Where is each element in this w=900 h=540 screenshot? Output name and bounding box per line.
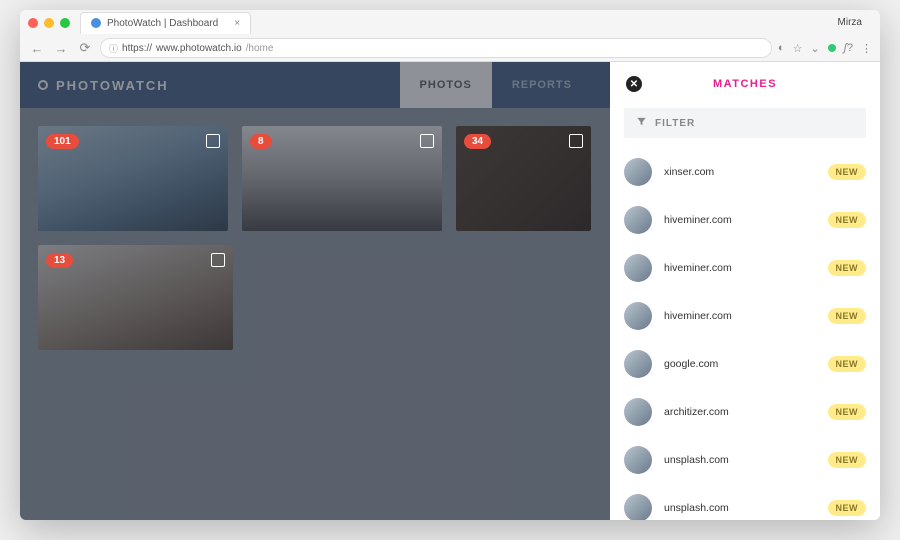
select-checkbox[interactable]	[211, 253, 225, 267]
filter-button[interactable]: FILTER	[624, 108, 866, 138]
match-thumbnail	[624, 446, 652, 474]
favicon-icon	[91, 18, 101, 28]
match-count-badge: 34	[464, 134, 491, 149]
match-row[interactable]: xinser.com NEW	[624, 148, 866, 196]
profile-name[interactable]: Mirza	[838, 17, 872, 28]
select-checkbox[interactable]	[569, 134, 583, 148]
match-domain: xinser.com	[664, 166, 816, 178]
new-badge: NEW	[828, 452, 867, 468]
matches-panel: ✕ MATCHES FILTER xinser.comNEWhiveminer.…	[610, 62, 880, 520]
url-scheme: https://	[122, 43, 152, 54]
reload-button[interactable]: ⟳	[76, 40, 94, 56]
tab-label: REPORTS	[512, 79, 572, 91]
tab-title: PhotoWatch | Dashboard	[107, 18, 218, 29]
logo-text: PHOTOWATCH	[56, 78, 169, 93]
app-header: PHOTOWATCH PHOTOS REPORTS	[20, 62, 610, 108]
new-badge: NEW	[828, 356, 867, 372]
tab-close-button[interactable]: ×	[234, 18, 240, 29]
match-thumbnail	[624, 254, 652, 282]
close-window-button[interactable]	[28, 18, 38, 28]
forward-button[interactable]: →	[52, 41, 70, 56]
photo-grid: 101 8 34 13	[20, 108, 610, 368]
address-bar[interactable]: ⓘ https:// www.photowatch.io/home	[100, 38, 772, 58]
window-controls	[28, 18, 70, 28]
match-row[interactable]: hiveminer.com NEW	[624, 244, 866, 292]
lock-icon: ⓘ	[109, 42, 118, 55]
match-list[interactable]: xinser.comNEWhiveminer.comNEWhiveminer.c…	[610, 148, 880, 520]
back-button[interactable]: ←	[28, 41, 46, 56]
match-row[interactable]: unsplash.com NEW	[624, 436, 866, 484]
browser-chrome: PhotoWatch | Dashboard × Mirza ← → ⟳ ⓘ h…	[20, 10, 880, 62]
tab-photos[interactable]: PHOTOS	[400, 62, 492, 108]
star-icon[interactable]: ☆	[793, 42, 803, 55]
browser-tab[interactable]: PhotoWatch | Dashboard ×	[80, 12, 251, 34]
new-badge: NEW	[828, 164, 867, 180]
match-domain: hiveminer.com	[664, 214, 816, 226]
url-path: /home	[246, 43, 274, 54]
match-thumbnail	[624, 350, 652, 378]
photo-card[interactable]: 8	[242, 126, 442, 231]
match-thumbnail	[624, 398, 652, 426]
match-thumbnail	[624, 158, 652, 186]
filter-icon	[636, 116, 647, 130]
match-row[interactable]: hiveminer.com NEW	[624, 292, 866, 340]
script-icon[interactable]: ʃ?	[844, 42, 853, 54]
photo-card[interactable]: 34	[456, 126, 591, 231]
photo-card[interactable]: 101	[38, 126, 228, 231]
extension-green-icon[interactable]	[828, 44, 836, 52]
match-count-badge: 101	[46, 134, 79, 149]
maximize-window-button[interactable]	[60, 18, 70, 28]
photo-thumbnail	[242, 126, 442, 231]
menu-icon[interactable]: ⋮	[861, 42, 872, 55]
photo-card[interactable]: 13	[38, 245, 233, 350]
match-domain: architizer.com	[664, 406, 816, 418]
main-area: PHOTOWATCH PHOTOS REPORTS 101 8	[20, 62, 610, 520]
match-row[interactable]: hiveminer.com NEW	[624, 196, 866, 244]
match-row[interactable]: unsplash.com NEW	[624, 484, 866, 520]
logo-icon	[38, 80, 48, 90]
tab-reports[interactable]: REPORTS	[492, 62, 592, 108]
minimize-window-button[interactable]	[44, 18, 54, 28]
match-thumbnail	[624, 206, 652, 234]
match-domain: hiveminer.com	[664, 262, 816, 274]
select-checkbox[interactable]	[206, 134, 220, 148]
filter-label: FILTER	[655, 118, 695, 129]
match-row[interactable]: google.com NEW	[624, 340, 866, 388]
select-checkbox[interactable]	[420, 134, 434, 148]
new-badge: NEW	[828, 404, 867, 420]
new-badge: NEW	[828, 260, 867, 276]
pocket-icon[interactable]: ⌄	[810, 42, 819, 55]
logo[interactable]: PHOTOWATCH	[38, 78, 169, 93]
new-badge: NEW	[828, 500, 867, 516]
match-count-badge: 13	[46, 253, 73, 268]
match-thumbnail	[624, 302, 652, 330]
new-badge: NEW	[828, 212, 867, 228]
match-domain: google.com	[664, 358, 816, 370]
match-domain: unsplash.com	[664, 454, 816, 466]
match-count-badge: 8	[250, 134, 272, 149]
match-domain: hiveminer.com	[664, 310, 816, 322]
url-host: www.photowatch.io	[156, 43, 242, 54]
new-badge: NEW	[828, 308, 867, 324]
tab-label: PHOTOS	[420, 79, 472, 91]
panel-title: MATCHES	[626, 78, 864, 90]
extension-icon[interactable]: ◐	[778, 42, 785, 54]
match-domain: unsplash.com	[664, 502, 816, 514]
match-thumbnail	[624, 494, 652, 520]
match-row[interactable]: architizer.com NEW	[624, 388, 866, 436]
